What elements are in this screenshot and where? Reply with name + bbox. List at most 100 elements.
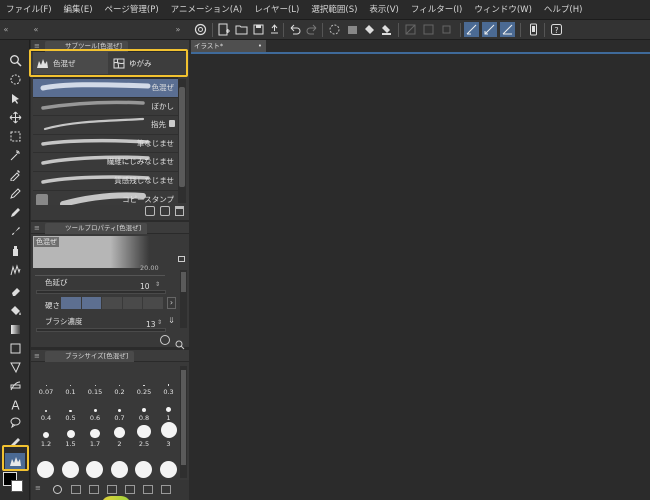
brush-size-dot[interactable] xyxy=(159,461,177,478)
wrench-icon[interactable] xyxy=(175,335,185,350)
brush-density-slider[interactable] xyxy=(36,328,166,332)
text-icon[interactable]: A xyxy=(5,396,25,413)
hardness-selector[interactable] xyxy=(61,297,163,309)
snap-grid-icon[interactable] xyxy=(500,22,515,37)
help-icon[interactable]: ? xyxy=(549,22,564,37)
fill-icon[interactable] xyxy=(362,22,377,37)
brush-icon[interactable] xyxy=(5,223,25,240)
hardness-next-icon[interactable]: › xyxy=(167,297,176,309)
brush-size-title[interactable]: ブラシサイズ[色混ぜ] xyxy=(45,351,135,362)
fill-tool-icon[interactable] xyxy=(5,302,25,319)
create-subtool-icon[interactable] xyxy=(160,206,170,216)
sub-color-swatch[interactable] xyxy=(11,480,23,492)
color-history-tab-icon[interactable] xyxy=(143,485,153,494)
export-icon[interactable] xyxy=(267,22,282,37)
brush-size-preset[interactable]: 0.2 xyxy=(108,370,132,396)
move-icon[interactable] xyxy=(5,109,25,126)
brush-size-preset[interactable]: 2 xyxy=(108,422,132,448)
smartphone-icon[interactable] xyxy=(526,22,541,37)
save-icon[interactable] xyxy=(251,22,266,37)
brush-item[interactable]: 筆なじませ xyxy=(33,134,178,154)
brush-item[interactable]: 繊維にじみなじませ xyxy=(33,153,178,172)
close-tab-icon[interactable]: • xyxy=(258,40,262,52)
frame-border-icon[interactable] xyxy=(5,359,25,376)
menu-item[interactable]: フィルター(I) xyxy=(405,0,468,20)
eraser-icon[interactable] xyxy=(5,283,25,300)
color-wheel[interactable] xyxy=(101,496,131,500)
brush-size-dot[interactable] xyxy=(86,461,103,478)
canvas-area[interactable] xyxy=(191,40,650,500)
figure-icon[interactable] xyxy=(5,340,25,357)
collapse-left-icon-2[interactable]: « xyxy=(32,22,40,37)
brush-item[interactable]: ぼかし xyxy=(33,97,178,117)
brush-size-preset[interactable]: 0.4 xyxy=(34,396,58,422)
eyedropper-icon[interactable] xyxy=(5,166,25,183)
new-file-icon[interactable] xyxy=(216,22,231,37)
expand-selection-icon[interactable] xyxy=(439,22,454,37)
image-color-tab-icon[interactable] xyxy=(161,485,171,494)
brush-size-dot[interactable] xyxy=(135,461,152,478)
menu-item[interactable]: 編集(E) xyxy=(58,0,99,20)
spin-icon[interactable]: ⇕ xyxy=(155,281,160,288)
redo-icon[interactable] xyxy=(305,22,320,37)
brush-size-preset[interactable]: 0.8 xyxy=(132,396,156,422)
blend-stretch-slider[interactable] xyxy=(36,290,166,294)
clip-studio-icon[interactable] xyxy=(193,22,208,37)
density-dropdown-icon[interactable]: ⇓ xyxy=(167,316,176,328)
decoration-icon[interactable] xyxy=(5,261,25,278)
spin-icon[interactable]: ⇕ xyxy=(157,319,162,326)
zoom-icon[interactable] xyxy=(5,52,25,69)
brush-size-preset[interactable]: 1.5 xyxy=(59,422,83,448)
color-wheel-tab-icon[interactable] xyxy=(53,485,62,494)
tool-property-title[interactable]: ツールプロパティ[色混ぜ] xyxy=(45,223,148,234)
brush-size-preset[interactable]: 2.5 xyxy=(132,422,156,448)
pencil-icon[interactable] xyxy=(5,204,25,221)
delete-subtool-icon[interactable] xyxy=(175,206,184,216)
snap-special-ruler-icon[interactable] xyxy=(482,22,497,37)
brush-item[interactable]: 色混ぜ xyxy=(33,79,178,98)
brush-size-preset[interactable]: 3 xyxy=(157,422,181,448)
move-layer-icon[interactable] xyxy=(5,71,25,88)
brush-size-preset[interactable]: 0.5 xyxy=(59,396,83,422)
airbrush-icon[interactable] xyxy=(5,242,25,259)
operation-icon[interactable] xyxy=(5,90,25,107)
menu-item[interactable]: ファイル(F) xyxy=(0,0,58,20)
brush-size-preset[interactable]: 0.3 xyxy=(157,370,181,396)
brush-size-scrollbar[interactable] xyxy=(180,366,187,478)
brush-item[interactable]: 指先 xyxy=(33,116,178,135)
document-tab[interactable]: イラスト* • xyxy=(191,40,266,52)
menu-item[interactable]: アニメーション(A) xyxy=(165,0,249,20)
menu-item[interactable]: ヘルプ(H) xyxy=(538,0,589,20)
expand-right-icon[interactable]: » xyxy=(174,22,182,37)
brush-size-preset[interactable]: 0.25 xyxy=(132,370,156,396)
invert-selection-icon[interactable] xyxy=(421,22,436,37)
balloon-icon[interactable] xyxy=(5,414,25,431)
subtool-scrollbar[interactable] xyxy=(178,79,186,203)
pen-icon[interactable] xyxy=(5,185,25,202)
brush-size-preset[interactable]: 0.6 xyxy=(83,396,107,422)
menu-item[interactable]: ウィンドウ(W) xyxy=(468,0,538,20)
brush-size-preset[interactable]: 1.2 xyxy=(34,422,58,448)
brush-size-dot[interactable] xyxy=(110,461,128,478)
auto-select-icon[interactable] xyxy=(5,147,25,164)
fill-color-icon[interactable] xyxy=(379,22,394,37)
menu-item[interactable]: 選択範囲(S) xyxy=(305,0,363,20)
loading-icon[interactable] xyxy=(327,22,342,37)
collapse-left-icon[interactable]: « xyxy=(2,22,10,37)
panel-menu-icon[interactable]: ≡ xyxy=(34,352,40,360)
property-scrollbar[interactable] xyxy=(180,270,187,328)
copy-subtool-icon[interactable] xyxy=(145,206,155,216)
open-file-icon[interactable] xyxy=(234,22,249,37)
gradient-icon[interactable] xyxy=(5,321,25,338)
panel-menu-icon[interactable]: ≡ xyxy=(34,224,40,232)
brush-size-dot[interactable] xyxy=(61,461,79,478)
menu-item[interactable]: 表示(V) xyxy=(363,0,404,20)
selection-off-icon[interactable] xyxy=(403,22,418,37)
undo-icon[interactable] xyxy=(287,22,302,37)
brush-item[interactable]: 質感残しなじませ xyxy=(33,172,178,191)
selection-icon[interactable] xyxy=(5,128,25,145)
brush-size-preset[interactable]: 0.1 xyxy=(59,370,83,396)
menu-item[interactable]: レイヤー(L) xyxy=(248,0,305,20)
reset-icon[interactable] xyxy=(160,335,170,345)
intermediate-color-tab-icon[interactable] xyxy=(107,485,117,494)
